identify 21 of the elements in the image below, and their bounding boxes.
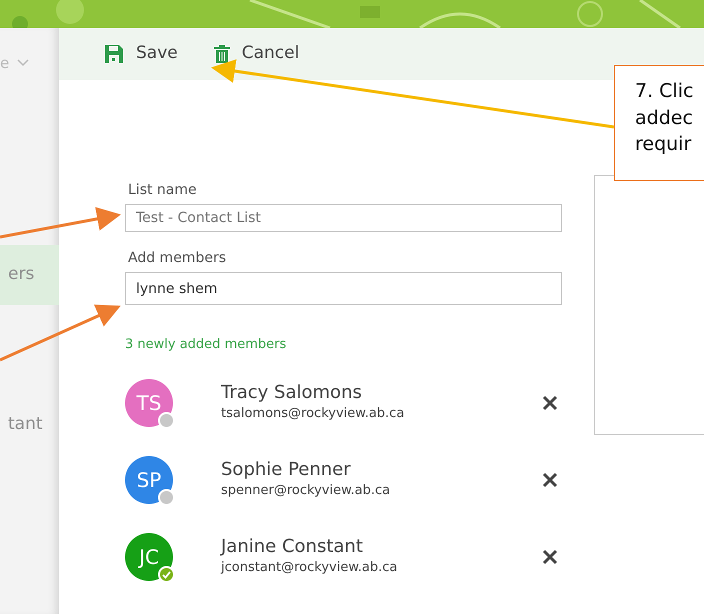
callout-text: addec [635,106,694,131]
callout-text: 7. Clic [635,79,694,104]
save-icon [104,44,124,64]
member-email: jconstant@rockyview.ab.ca [221,559,398,578]
member-name: Janine Constant [221,536,364,558]
field-label: Add members [128,249,227,268]
save-button[interactable]: Save [104,41,178,67]
member-name: Tracy Salomons [221,382,363,404]
members-count: 3 newly added members [125,336,288,354]
member-name: Sophie Penner [221,459,352,482]
member-email: spenner@rockyview.ab.ca [221,482,392,500]
avatar: SP [125,456,173,504]
avatar: JC [125,533,173,581]
cancel-button[interactable]: Cancel [214,41,300,67]
callout-text: requir [635,132,692,158]
avatar: TS [125,379,173,427]
member-email: tsalomons@rockyview.ab.ca [221,405,406,424]
add-members-field[interactable]: lynne shem [125,272,562,305]
trash-icon [214,45,230,63]
field-label: List name [128,181,198,200]
list-name-field[interactable]: Test - Contact List [125,204,562,232]
